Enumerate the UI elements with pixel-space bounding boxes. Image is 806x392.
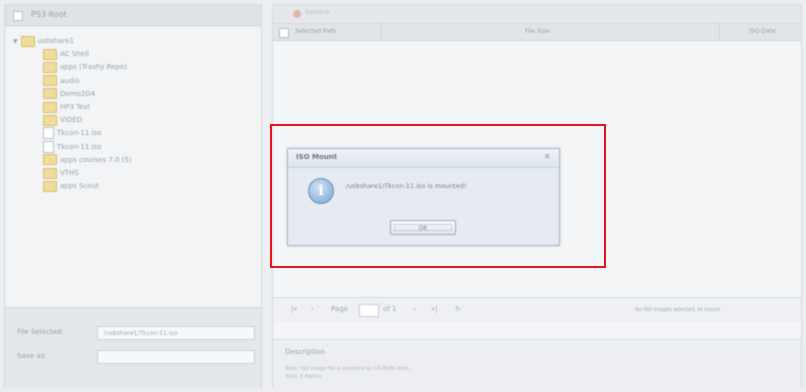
tree-item-label: Demo2D4: [60, 89, 96, 98]
iso-tree-panel: PS3 Root ▼ usbshare1 AC Shell apps (Trashy …: [4, 4, 262, 388]
page-of-label: of 1: [383, 305, 397, 313]
tree-item-label: AC Shell: [60, 50, 89, 59]
tree-folder-item[interactable]: audio: [43, 75, 79, 87]
folder-icon: [43, 154, 57, 166]
tree-folder-item[interactable]: apps Scout: [43, 180, 99, 192]
description-area: Description Note: ISO image file is moun…: [273, 339, 801, 388]
description-line: Note: ISO image file is mounted as CD-RO…: [285, 366, 411, 372]
tree-item-label: audio: [60, 76, 80, 85]
tree-header-label: PS3 Root: [31, 10, 67, 19]
folder-icon: [43, 101, 57, 113]
header-checkbox[interactable]: [279, 28, 289, 38]
tree-item-label: apps courses 7.0 (5): [60, 155, 132, 164]
tree-item-label: apps Scout: [60, 182, 99, 191]
tree-folder-item[interactable]: apps (Trashy Repo): [43, 61, 127, 73]
tree-item-label: Tkcon-11.iso: [57, 142, 102, 151]
column-divider: [381, 24, 382, 40]
expand-arrow-icon[interactable]: ▼: [13, 36, 18, 48]
first-page-button[interactable]: |«: [291, 305, 298, 313]
folder-icon: [43, 167, 57, 179]
tree-folder-item[interactable]: VTHS: [43, 167, 79, 179]
pagination-bar: |« ‹ Page of 1 › »| ↻ No ISO images sele…: [273, 297, 801, 322]
folder-icon: [43, 61, 57, 73]
tree-folder-item[interactable]: apps courses 7.0 (5): [43, 154, 132, 166]
tree-folder-item[interactable]: AC Shell: [43, 48, 89, 60]
tree-item-label: HP3 Test: [60, 103, 90, 111]
next-page-button[interactable]: ›: [413, 305, 416, 313]
column-selected-path[interactable]: Selected Path: [295, 24, 336, 40]
pager-status: No ISO images selected, to mount: [635, 307, 721, 313]
column-iso-date[interactable]: ISO Date: [749, 24, 776, 40]
column-header: Selected Path File Size ISO Date: [273, 24, 801, 41]
folder-icon: [43, 114, 57, 126]
refresh-icon[interactable]: ↻: [455, 305, 461, 313]
description-title: Description: [285, 348, 325, 356]
remove-button[interactable]: Remove: [305, 9, 329, 16]
prev-page-button[interactable]: ‹: [311, 305, 314, 313]
tree-item-label: VIDEO: [60, 116, 83, 125]
column-divider: [719, 24, 720, 40]
description-line: Total: 0 item(s): [285, 374, 323, 380]
tree-item-label: usbshare1: [37, 37, 75, 45]
folder-icon: [20, 35, 35, 47]
tree-header: PS3 Root: [5, 5, 261, 26]
tree-item-label: Tkcon-11.iso: [57, 129, 102, 138]
highlight-box: [270, 124, 606, 268]
folder-icon: [43, 75, 57, 87]
folder-tree: ▼ usbshare1 AC Shell apps (Trashy Repo) audi…: [5, 27, 261, 307]
tree-item-label: VTHS: [60, 169, 79, 177]
tree-item-label: apps (Trashy Repo): [60, 63, 127, 72]
file-icon: [43, 140, 54, 153]
page-number-input[interactable]: [359, 304, 379, 317]
folder-icon: [43, 48, 57, 60]
file-icon: [43, 127, 54, 140]
file-selected-label: File Selected:: [17, 328, 64, 336]
save-as-label: Save as:: [17, 352, 47, 360]
column-file-size[interactable]: File Size: [525, 24, 549, 40]
tree-folder-item[interactable]: VIDEO: [43, 114, 82, 126]
tree-folder-item[interactable]: Demo2D4: [43, 88, 95, 100]
save-as-field[interactable]: [97, 350, 255, 364]
last-page-button[interactable]: »|: [431, 305, 438, 313]
file-selection-area: File Selected: /usbshare1/Tkcon-11.iso S…: [5, 307, 261, 388]
list-toolbar: Remove: [273, 5, 801, 24]
tree-folder-item[interactable]: ▼ usbshare1: [13, 35, 74, 47]
select-all-checkbox[interactable]: [13, 11, 23, 21]
tree-file-item[interactable]: Tkcon-11.iso: [43, 127, 102, 140]
tree-file-item[interactable]: Tkcon-11.iso: [43, 140, 102, 153]
file-selected-field[interactable]: /usbshare1/Tkcon-11.iso: [97, 326, 255, 340]
remove-icon[interactable]: [293, 10, 301, 18]
folder-icon: [43, 180, 57, 192]
page-label: Page: [331, 305, 348, 313]
folder-icon: [43, 88, 57, 100]
tree-folder-item[interactable]: HP3 Test: [43, 101, 90, 113]
